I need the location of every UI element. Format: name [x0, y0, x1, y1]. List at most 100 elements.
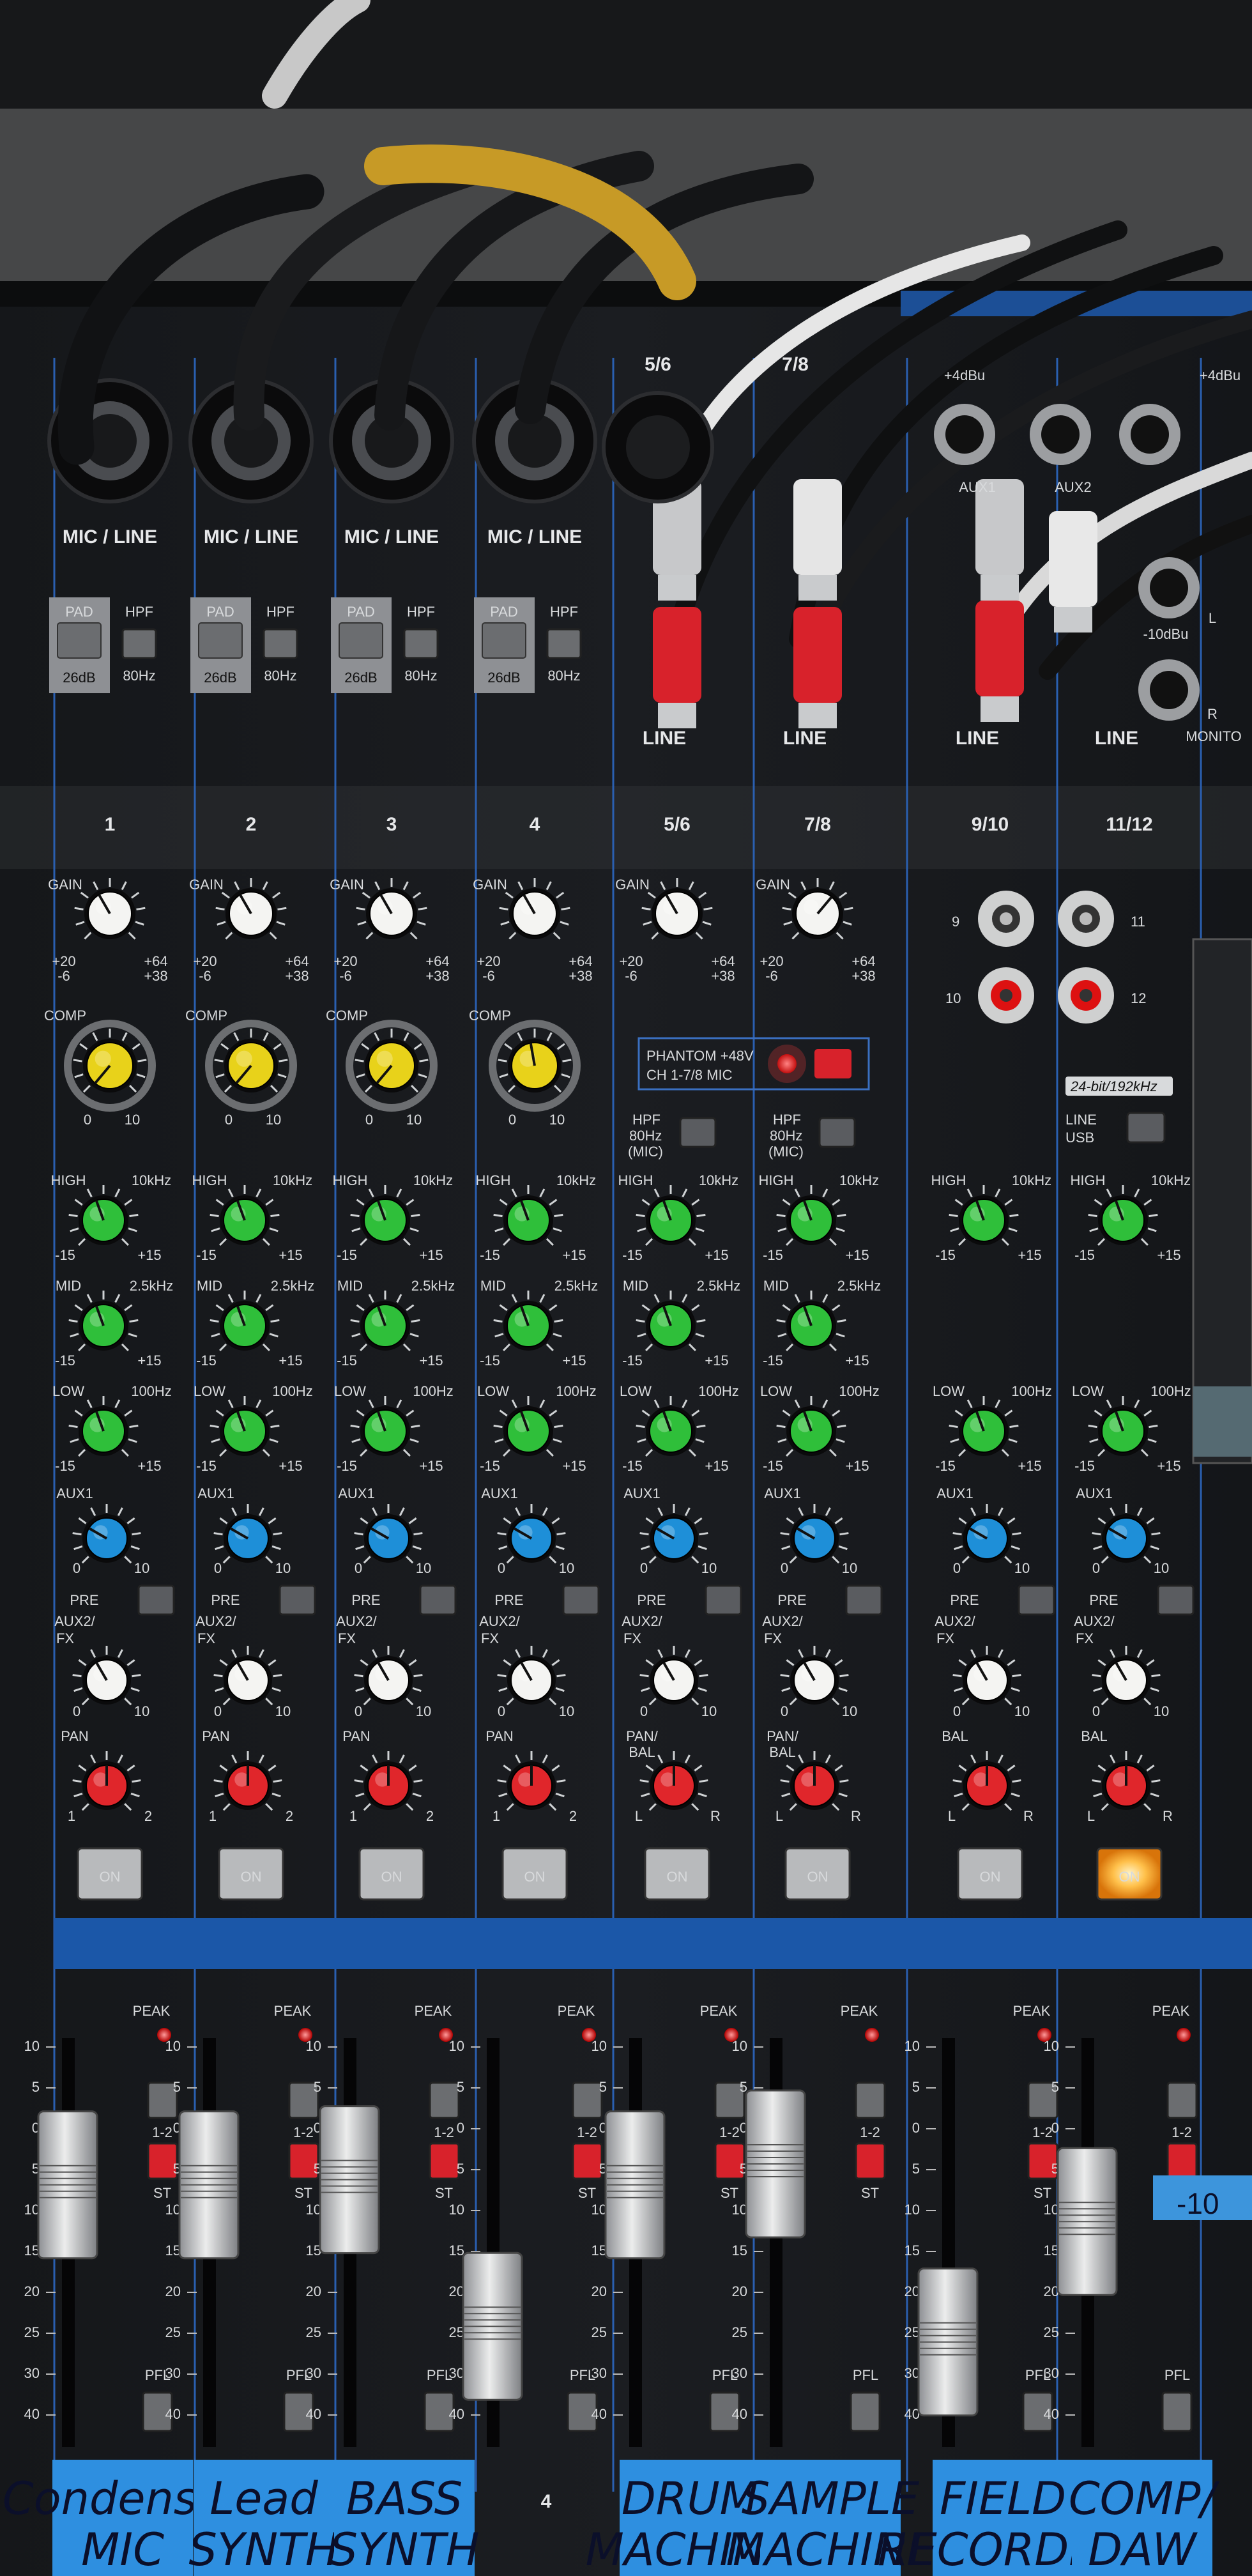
hpf-78-switch[interactable]: [818, 1117, 856, 1148]
route-switch-3[interactable]: [429, 2082, 460, 2119]
eq-max-4-0: +15: [562, 1247, 586, 1263]
gain-label-3: GAIN: [330, 877, 364, 893]
pre-label-5: PRE: [637, 1592, 666, 1608]
pad-sub-4: 26dB: [487, 670, 520, 686]
fader-cap-6[interactable]: [745, 2089, 806, 2239]
rca-plug: [793, 479, 842, 601]
fader-cap-4[interactable]: [462, 2251, 523, 2401]
fader-cap-1[interactable]: [37, 2110, 98, 2260]
eq-max-1-0: +15: [137, 1247, 161, 1263]
eq-freq-4-2: 100Hz: [556, 1383, 597, 1399]
gain-max2-6: +38: [851, 968, 875, 984]
fader-scale-4-9: 40: [449, 2406, 464, 2422]
eq-max-5-0: +15: [705, 1247, 728, 1263]
aux2-min-5: 0: [640, 1703, 648, 1719]
fader-scale-2-7: 25: [165, 2324, 181, 2340]
hpf-56-switch[interactable]: [679, 1117, 717, 1148]
gain-max-6: +64: [851, 953, 875, 969]
input-label-8: LINE: [1095, 728, 1138, 749]
gain-max-2: +64: [285, 953, 309, 969]
peak-led-6: [865, 2028, 879, 2042]
gain-max2-2: +38: [285, 968, 309, 984]
route-label-2: 1-2: [293, 2124, 314, 2140]
input-label-1: MIC / LINE: [63, 526, 157, 548]
fader-cap-5[interactable]: [604, 2110, 666, 2260]
fader-scale-5-4: 10: [592, 2202, 607, 2218]
fader-cap-7[interactable]: [917, 2267, 979, 2417]
pre-switch-7[interactable]: [1018, 1584, 1055, 1616]
pre-label-1: PRE: [70, 1592, 98, 1608]
hpf-switch-1[interactable]: [121, 628, 157, 659]
on-label-7: ON: [980, 1869, 1001, 1885]
phantom-switch[interactable]: [814, 1049, 851, 1078]
fader-scale-4-1: 5: [457, 2079, 464, 2095]
gain-min-5: +20: [619, 953, 643, 969]
aux1-max-1: 10: [134, 1560, 149, 1576]
fader-scale-4-4: 10: [449, 2202, 464, 2218]
eq-max-2-2: +15: [279, 1458, 302, 1474]
pan-r-1: 2: [144, 1808, 152, 1824]
hpf-switch-3[interactable]: [403, 628, 439, 659]
aux2-label-8: AUX2/: [1074, 1613, 1115, 1629]
pre-switch-1[interactable]: [137, 1584, 175, 1616]
eq-min-6-1: -15: [763, 1353, 783, 1368]
tape-line1-8: COMP/: [1069, 2472, 1220, 2525]
pre-switch-8[interactable]: [1157, 1584, 1195, 1616]
aux1-min-5: 0: [640, 1560, 648, 1576]
pad-sub-3: 26dB: [344, 670, 377, 686]
phantom-label: PHANTOM +48V: [646, 1048, 754, 1064]
aux2-label-1: AUX2/: [54, 1613, 95, 1629]
pan-l-2: 1: [209, 1808, 217, 1824]
gain-max-3: +64: [425, 953, 449, 969]
comp-max-1: 10: [125, 1112, 140, 1128]
eq-label-6-0: HIGH: [759, 1172, 794, 1188]
gain-max-1: +64: [144, 953, 167, 969]
line-usb-switch[interactable]: [1126, 1112, 1166, 1144]
pre-switch-5[interactable]: [705, 1584, 742, 1616]
route-switch-4[interactable]: [572, 2082, 603, 2119]
eq-freq-8-2: 100Hz: [1150, 1383, 1191, 1399]
aux2-label-6: AUX2/: [762, 1613, 803, 1629]
aux1-max-7: 10: [1014, 1560, 1030, 1576]
aux1-max-8: 10: [1154, 1560, 1169, 1576]
fader-scale-6-4: 10: [732, 2202, 747, 2218]
fader-scale-2-6: 20: [165, 2283, 181, 2299]
st-switch-8[interactable]: [1166, 2142, 1198, 2180]
eq-min-2-1: -15: [196, 1353, 217, 1368]
gain-min2-5: -6: [625, 968, 637, 984]
route-switch-8[interactable]: [1166, 2082, 1198, 2119]
st-switch-3[interactable]: [429, 2142, 460, 2180]
input-label-6: LINE: [783, 728, 827, 749]
pfl-switch-8[interactable]: [1161, 2391, 1193, 2432]
minus10-label: -10dBu: [1143, 626, 1189, 642]
fader-scale-6-0: 10: [732, 2038, 747, 2054]
center-stripe: [54, 1918, 1252, 1969]
fader-scale-7-2: 0: [912, 2120, 920, 2136]
aux2-label-3: AUX2/: [336, 1613, 377, 1629]
fader-scale-6-5: 15: [732, 2242, 747, 2258]
aux1-min-1: 0: [73, 1560, 80, 1576]
route-switch-6[interactable]: [855, 2082, 886, 2119]
eq-min-3-1: -15: [337, 1353, 357, 1368]
fader-cap-3[interactable]: [319, 2105, 380, 2255]
fader-scale-2-1: 5: [173, 2079, 181, 2095]
tape-line1-3: BASS: [346, 2472, 462, 2525]
pre-switch-2[interactable]: [279, 1584, 316, 1616]
st-switch-4[interactable]: [572, 2142, 603, 2180]
eq-freq-1-2: 100Hz: [131, 1383, 172, 1399]
pre-switch-6[interactable]: [845, 1584, 883, 1616]
rca-11-label: 11: [1131, 914, 1145, 930]
fader-cap-8[interactable]: [1057, 2147, 1118, 2296]
pfl-switch-6[interactable]: [850, 2391, 881, 2432]
pre-switch-3[interactable]: [419, 1584, 457, 1616]
pre-switch-4[interactable]: [562, 1584, 600, 1616]
eq-max-7-2: +15: [1018, 1458, 1041, 1474]
fader-cap-2[interactable]: [178, 2110, 240, 2260]
fader-scale-6-9: 40: [732, 2406, 747, 2422]
fader-scale-2-4: 10: [165, 2202, 181, 2218]
hpf-switch-2[interactable]: [263, 628, 298, 659]
pan-l-6: L: [775, 1808, 783, 1824]
hpf-switch-4[interactable]: [546, 628, 582, 659]
tape-line1-6: SAMPLE: [742, 2472, 920, 2525]
st-switch-6[interactable]: [855, 2142, 886, 2180]
